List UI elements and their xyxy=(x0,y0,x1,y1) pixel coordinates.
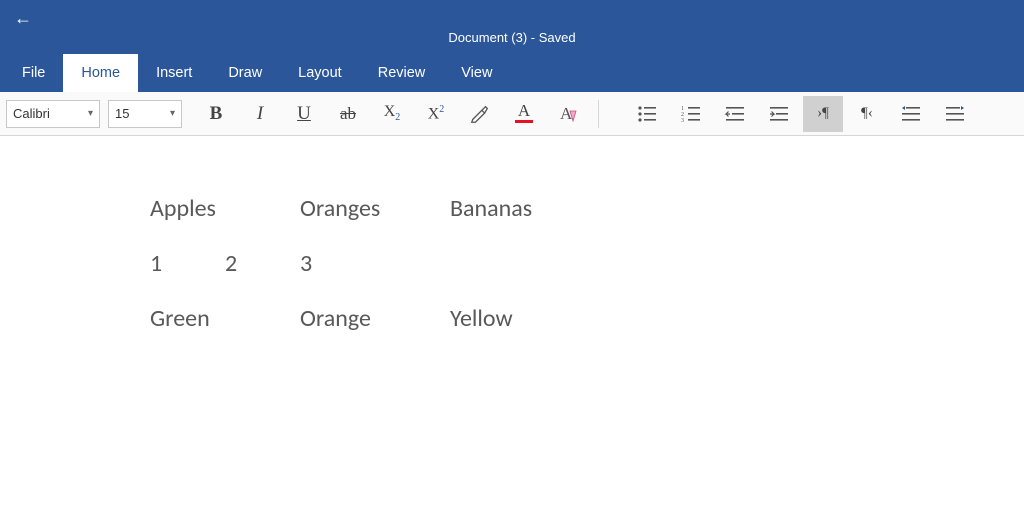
chevron-down-icon: ▾ xyxy=(88,108,93,119)
italic-button[interactable]: I xyxy=(240,96,280,132)
decrease-indent-button[interactable] xyxy=(715,96,755,132)
table-row: Green Orange Yellow xyxy=(150,304,600,359)
cell[interactable]: 1 xyxy=(150,249,225,304)
cell[interactable] xyxy=(225,194,300,249)
superscript-button[interactable]: X2 xyxy=(416,96,456,132)
bold-button[interactable]: B xyxy=(196,96,236,132)
svg-text:3: 3 xyxy=(681,118,684,124)
cell[interactable]: Orange xyxy=(300,304,450,359)
cell[interactable]: 2 xyxy=(225,249,300,304)
decrease-indent-icon xyxy=(724,104,746,124)
tab-draw[interactable]: Draw xyxy=(210,54,280,92)
rtl-paragraph-button[interactable]: ¶‹ xyxy=(847,96,887,132)
title-bar: ← Document (3) - Saved xyxy=(0,0,1024,54)
menu-tabs: File Home Insert Draw Layout Review View xyxy=(0,54,1024,92)
cell[interactable]: Yellow xyxy=(450,304,600,359)
increase-indent-icon xyxy=(768,104,790,124)
cell[interactable]: Green xyxy=(150,304,225,359)
tab-insert[interactable]: Insert xyxy=(138,54,210,92)
table-row: Apples Oranges Bananas xyxy=(150,194,600,249)
font-name-combo[interactable]: Calibri ▾ xyxy=(6,100,100,128)
back-arrow-icon[interactable]: ← xyxy=(14,8,32,29)
cell[interactable]: Apples xyxy=(150,194,225,249)
document-body[interactable]: Apples Oranges Bananas 1 2 3 Green Orang… xyxy=(150,194,600,359)
ribbon: Calibri ▾ 15 ▾ B I U ab X2 X2 A A xyxy=(0,92,1024,136)
bullets-icon xyxy=(636,104,658,124)
numbering-button[interactable]: 1 2 3 xyxy=(671,96,711,132)
highlight-button[interactable] xyxy=(460,96,500,132)
tab-file[interactable]: File xyxy=(4,54,63,92)
tab-layout[interactable]: Layout xyxy=(280,54,360,92)
tab-view[interactable]: View xyxy=(443,54,510,92)
font-size-combo[interactable]: 15 ▾ xyxy=(108,100,182,128)
highlighter-icon xyxy=(469,103,491,125)
chevron-down-icon: ▾ xyxy=(170,108,175,119)
document-title: Document (3) - Saved xyxy=(448,30,575,45)
cell[interactable]: Bananas xyxy=(450,194,600,249)
increase-indent-button[interactable] xyxy=(759,96,799,132)
special-indent-right-icon xyxy=(944,104,966,124)
cell[interactable]: 3 xyxy=(300,249,450,304)
cell[interactable] xyxy=(225,304,300,359)
clear-formatting-button[interactable]: A xyxy=(548,96,588,132)
special-indent-left-button[interactable] xyxy=(891,96,931,132)
subscript-button[interactable]: X2 xyxy=(372,96,412,132)
strikethrough-button[interactable]: ab xyxy=(328,96,368,132)
numbering-icon: 1 2 3 xyxy=(680,104,702,124)
ltr-paragraph-button[interactable]: ›¶ xyxy=(803,96,843,132)
table-row: 1 2 3 xyxy=(150,249,600,304)
font-color-button[interactable]: A xyxy=(504,96,544,132)
cell[interactable] xyxy=(450,249,600,304)
bullets-button[interactable] xyxy=(627,96,667,132)
document-page[interactable]: Apples Oranges Bananas 1 2 3 Green Orang… xyxy=(0,136,1024,507)
separator xyxy=(598,100,599,128)
tab-review[interactable]: Review xyxy=(360,54,444,92)
underline-button[interactable]: U xyxy=(284,96,324,132)
clear-format-icon: A xyxy=(556,103,580,125)
special-indent-left-icon xyxy=(900,104,922,124)
cell[interactable]: Oranges xyxy=(300,194,450,249)
font-size-value: 15 xyxy=(115,106,129,121)
special-indent-right-button[interactable] xyxy=(935,96,975,132)
tab-home[interactable]: Home xyxy=(63,54,138,92)
font-name-value: Calibri xyxy=(13,106,50,121)
